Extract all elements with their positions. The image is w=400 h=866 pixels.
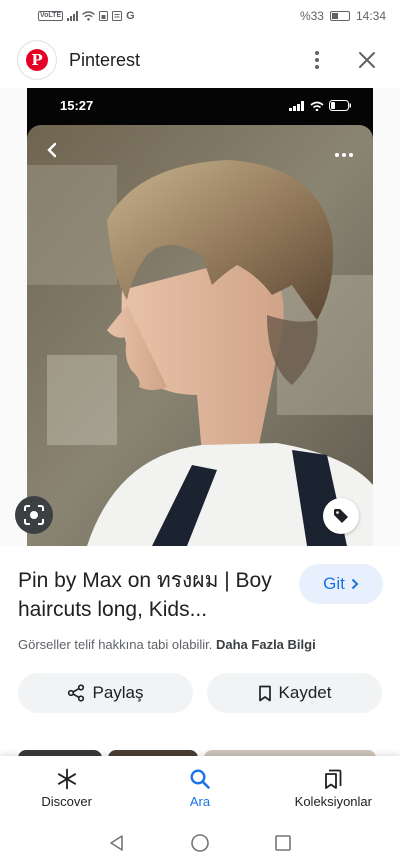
- back-chevron-icon: [47, 142, 57, 158]
- more-info-link[interactable]: Daha Fazla Bilgi: [216, 637, 316, 652]
- share-button[interactable]: Paylaş: [18, 673, 193, 713]
- nav-discover[interactable]: Discover: [0, 756, 133, 820]
- nav-search[interactable]: Ara: [133, 756, 266, 820]
- volte-icon: VoLTE: [38, 11, 64, 21]
- pinned-screenshot: 15:27: [27, 88, 373, 546]
- pinterest-logo[interactable]: P: [18, 41, 56, 79]
- copyright-text: Görseller telif hakkına tabi olabilir.: [18, 637, 213, 652]
- lens-search-button[interactable]: [15, 496, 53, 534]
- visit-button-label: Git: [323, 574, 345, 593]
- tag-button[interactable]: [323, 498, 359, 534]
- nav-collections[interactable]: Koleksiyonlar: [267, 756, 400, 820]
- close-icon[interactable]: [352, 45, 382, 75]
- back-triangle-icon[interactable]: [108, 834, 126, 852]
- site-name[interactable]: Pinterest: [69, 50, 302, 71]
- nav-search-label: Ara: [189, 793, 211, 809]
- save-button[interactable]: Kaydet: [207, 673, 382, 713]
- haircut-photo: [27, 125, 373, 546]
- phone-status-icons: [289, 100, 351, 111]
- phone-time: 15:27: [60, 98, 94, 113]
- lens-icon: [24, 505, 44, 525]
- signal-icon: [67, 11, 79, 21]
- bookmark-icon: [258, 685, 271, 701]
- more-options-icon[interactable]: [302, 45, 332, 75]
- sim-icon: [99, 11, 109, 21]
- image-preview[interactable]: 15:27: [0, 88, 400, 546]
- nav-discover-label: Discover: [41, 793, 92, 809]
- google-icon: G: [126, 10, 135, 22]
- share-icon: [68, 684, 85, 702]
- wifi-icon: [82, 11, 96, 21]
- status-right: %33 14:34: [300, 9, 386, 23]
- asterisk-icon: [57, 768, 76, 789]
- status-left-icons: VoLTE G: [38, 10, 135, 22]
- battery-icon: [329, 11, 350, 21]
- share-label: Paylaş: [92, 683, 144, 702]
- clock: 14:34: [355, 9, 386, 23]
- result-title[interactable]: Pin by Max on ทรงผม | Boy haircuts long,…: [18, 566, 288, 624]
- tag-icon: [334, 509, 348, 523]
- nav-collections-label: Koleksiyonlar: [294, 793, 372, 809]
- copyright-notice: Görseller telif hakkına tabi olabilir. D…: [18, 637, 316, 652]
- search-icon: [190, 768, 210, 789]
- visit-button[interactable]: Git: [299, 564, 383, 604]
- collections-icon: [325, 769, 342, 789]
- save-label: Kaydet: [278, 683, 332, 702]
- pinterest-logo-icon: P: [26, 49, 48, 71]
- bottom-navigation: Discover Ara Koleksiyonlar: [0, 756, 400, 820]
- recents-square-icon[interactable]: [274, 834, 292, 852]
- status-bar: VoLTE G %33 14:34: [0, 0, 400, 32]
- source-header: P Pinterest: [0, 32, 400, 88]
- notification-icon: [112, 11, 123, 21]
- home-circle-icon[interactable]: [190, 833, 210, 853]
- system-navigation-bar: [0, 820, 400, 866]
- photo-more-icon: [335, 153, 353, 157]
- battery-percent: %33: [299, 9, 324, 23]
- chevron-right-icon: [351, 578, 359, 590]
